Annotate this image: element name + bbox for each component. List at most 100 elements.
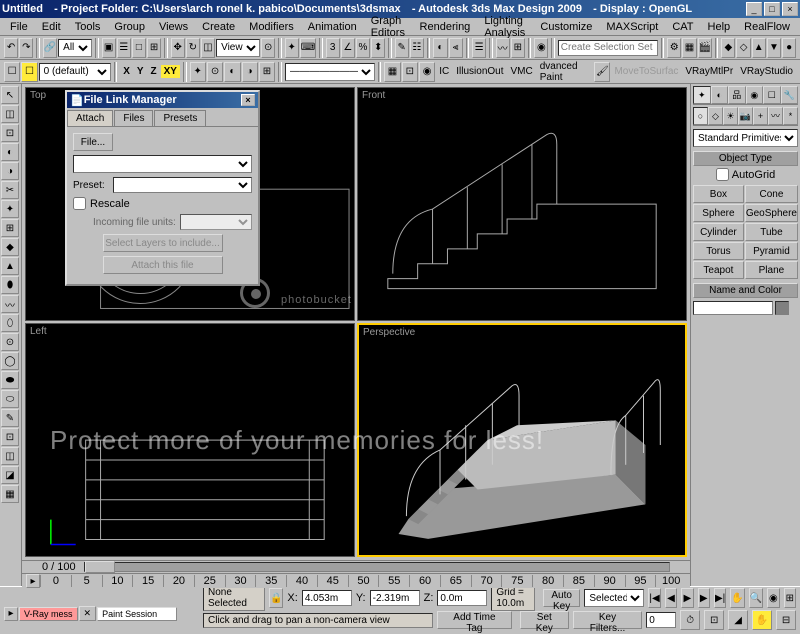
time-slider-track[interactable] bbox=[84, 562, 670, 572]
rescale-checkbox[interactable] bbox=[73, 197, 86, 210]
set-key-button[interactable]: Set Key bbox=[520, 611, 569, 629]
axis-z[interactable]: Z bbox=[148, 66, 160, 77]
menu-create[interactable]: Create bbox=[196, 20, 241, 34]
scale-button[interactable]: ◫ bbox=[201, 38, 215, 58]
dialog-tab-attach[interactable]: Attach bbox=[67, 110, 113, 126]
schematic-view-button[interactable]: ⊞ bbox=[511, 38, 525, 58]
menu-help[interactable]: Help bbox=[702, 20, 737, 34]
lt-13[interactable]: ⬯ bbox=[1, 314, 19, 332]
lt-15[interactable]: ◯ bbox=[1, 352, 19, 370]
layer-yellow-button[interactable]: ☐ bbox=[21, 62, 37, 82]
timeline-toggle[interactable]: ▸ bbox=[26, 574, 40, 588]
tab-display[interactable]: ☐ bbox=[763, 86, 781, 104]
autogrid-checkbox[interactable] bbox=[716, 168, 729, 181]
select-by-name-button[interactable]: ☰ bbox=[117, 38, 131, 58]
box-button[interactable]: Box bbox=[693, 185, 744, 203]
menu-customize[interactable]: Customize bbox=[534, 20, 598, 34]
tool-b-button[interactable]: ◇ bbox=[736, 38, 750, 58]
dialog-tab-files[interactable]: Files bbox=[114, 110, 153, 126]
selection-filter[interactable]: All bbox=[58, 39, 92, 57]
layer-new-button[interactable]: ☐ bbox=[4, 62, 20, 82]
lt-19[interactable]: ⊡ bbox=[1, 428, 19, 446]
goto-start-button[interactable]: |◀ bbox=[648, 588, 660, 608]
subtab-systems[interactable]: * bbox=[783, 107, 798, 125]
sphere-button[interactable]: Sphere bbox=[693, 204, 744, 222]
tab-utilities[interactable]: 🔧 bbox=[781, 86, 799, 104]
dialog-titlebar[interactable]: 📄 File Link Manager × bbox=[67, 92, 258, 108]
tool-d-button[interactable]: ▼ bbox=[767, 38, 781, 58]
torus-button[interactable]: Torus bbox=[693, 242, 744, 260]
lt-18[interactable]: ✎ bbox=[1, 409, 19, 427]
align-button[interactable]: ⫷ bbox=[449, 38, 463, 58]
current-frame-input[interactable] bbox=[646, 612, 676, 628]
lt-1[interactable]: ↖ bbox=[1, 86, 19, 104]
layer-dropdown[interactable]: 0 (default) bbox=[39, 63, 111, 81]
subtab-geometry[interactable]: ○ bbox=[693, 107, 708, 125]
add-time-tag-button[interactable]: Add Time Tag bbox=[437, 611, 512, 629]
lt-3[interactable]: ⊡ bbox=[1, 124, 19, 142]
object-color-swatch[interactable] bbox=[775, 301, 789, 315]
link-button[interactable]: 🔗 bbox=[43, 38, 57, 58]
move-button[interactable]: ✥ bbox=[171, 38, 185, 58]
lt-17[interactable]: ⬭ bbox=[1, 390, 19, 408]
key-filters-button[interactable]: Key Filters... bbox=[573, 611, 642, 629]
nav-zoom-ext-button[interactable]: ⊡ bbox=[704, 610, 724, 630]
tab-create[interactable]: ✦ bbox=[693, 86, 711, 104]
menu-file[interactable]: File bbox=[4, 20, 34, 34]
select-object-button[interactable]: ▣ bbox=[102, 38, 116, 58]
menu-tools[interactable]: Tools bbox=[69, 20, 107, 34]
menu-animation[interactable]: Animation bbox=[302, 20, 363, 34]
dialog-close-button[interactable]: × bbox=[241, 94, 255, 106]
menu-maxscript[interactable]: MAXScript bbox=[600, 20, 664, 34]
tab-motion[interactable]: ◉ bbox=[746, 86, 764, 104]
plugin-vraystudio[interactable]: VRayStudio bbox=[737, 66, 796, 77]
nav-orbit-button[interactable]: ◉ bbox=[767, 588, 779, 608]
percent-snap-button[interactable]: % bbox=[356, 38, 370, 58]
name-color-rollout[interactable]: Name and Color bbox=[693, 283, 798, 298]
lt-10[interactable]: ▲ bbox=[1, 257, 19, 275]
curve-editor-button[interactable]: 〰 bbox=[496, 38, 510, 58]
script-listener-button[interactable]: ▸ bbox=[4, 607, 18, 621]
snap-button[interactable]: 3 bbox=[326, 38, 340, 58]
x-coord-input[interactable] bbox=[302, 590, 352, 606]
cone-button[interactable]: Cone bbox=[745, 185, 798, 203]
mirror-button[interactable]: ◐ bbox=[433, 38, 447, 58]
tool-c-button[interactable]: ▲ bbox=[752, 38, 766, 58]
goto-end-button[interactable]: ▶| bbox=[714, 588, 726, 608]
subtab-cameras[interactable]: 📷 bbox=[738, 107, 753, 125]
lt-6[interactable]: ✂ bbox=[1, 181, 19, 199]
lt-7[interactable]: ✦ bbox=[1, 200, 19, 218]
nav-zoom-button[interactable]: 🔍 bbox=[749, 588, 763, 608]
plugin-icon1[interactable]: 🖌 bbox=[594, 62, 610, 82]
menu-rendering[interactable]: Rendering bbox=[414, 20, 477, 34]
dialog-tab-presets[interactable]: Presets bbox=[154, 110, 206, 126]
rect-select-button[interactable]: □ bbox=[132, 38, 146, 58]
viewport-front[interactable]: Front bbox=[357, 87, 687, 321]
file-browse-button[interactable]: File... bbox=[73, 133, 113, 151]
subtab-lights[interactable]: ☀ bbox=[723, 107, 738, 125]
plugin-vmc[interactable]: VMC bbox=[508, 66, 536, 77]
viewport-left[interactable]: Left bbox=[25, 323, 355, 557]
object-name-input[interactable] bbox=[693, 301, 773, 315]
redo-button[interactable]: ↷ bbox=[19, 38, 33, 58]
use-pivot-button[interactable]: ⊙ bbox=[261, 38, 275, 58]
lt-14[interactable]: ⊙ bbox=[1, 333, 19, 351]
cylinder-button[interactable]: Cylinder bbox=[693, 223, 744, 241]
lt-5[interactable]: ◑ bbox=[1, 162, 19, 180]
lt-12[interactable]: 〰 bbox=[1, 295, 19, 313]
plugin-vraymtl[interactable]: VRayMtlPr bbox=[682, 66, 736, 77]
subtab-spacewarps[interactable]: 〰 bbox=[768, 107, 783, 125]
object-type-rollout[interactable]: Object Type bbox=[693, 151, 798, 166]
nav-pan-button[interactable]: ✋ bbox=[730, 588, 744, 608]
nav-fov-button[interactable]: ◢ bbox=[728, 610, 748, 630]
plugin-ic[interactable]: IC bbox=[436, 66, 452, 77]
geosphere-button[interactable]: GeoSphere bbox=[745, 204, 798, 222]
lt-16[interactable]: ⬬ bbox=[1, 371, 19, 389]
undo-button[interactable]: ↶ bbox=[4, 38, 18, 58]
edit-named-sel-button[interactable]: ✎ bbox=[395, 38, 409, 58]
render-setup-button[interactable]: ⚙ bbox=[667, 38, 681, 58]
tab-hierarchy[interactable]: 品 bbox=[728, 86, 746, 104]
rendered-frame-button[interactable]: ▦ bbox=[682, 38, 696, 58]
preset-dropdown[interactable] bbox=[113, 177, 252, 193]
lt-11[interactable]: ⬮ bbox=[1, 276, 19, 294]
